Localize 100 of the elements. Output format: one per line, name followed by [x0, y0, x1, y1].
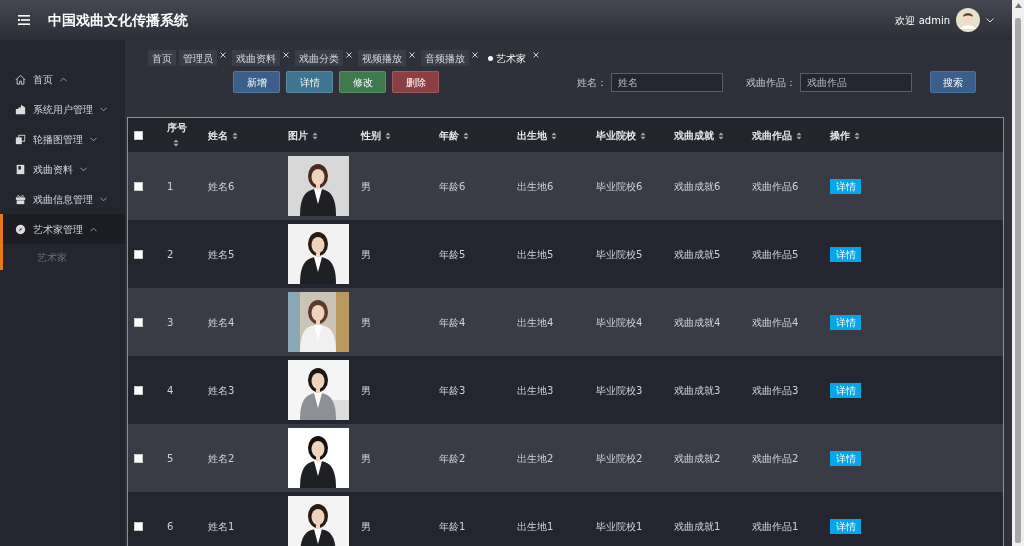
- gift-icon: [15, 193, 26, 205]
- table-cell: 姓名4: [208, 316, 235, 328]
- row-checkbox[interactable]: [134, 318, 143, 327]
- bar-chart-icon: [15, 103, 26, 115]
- table-cell: 戏曲成就3: [674, 384, 721, 396]
- table-cell: 戏曲作品1: [752, 520, 799, 532]
- tab-label: 首页: [152, 51, 172, 66]
- column-header: 年龄: [439, 129, 459, 141]
- filter-label: 姓名：: [577, 75, 607, 90]
- table-cell: 姓名3: [208, 384, 235, 396]
- table-cell: 姓名1: [208, 520, 235, 532]
- table-cell: 毕业院校1: [596, 520, 643, 532]
- close-icon[interactable]: [346, 52, 352, 58]
- table-cell: 6: [167, 520, 174, 532]
- row-checkbox[interactable]: [134, 182, 143, 191]
- column-header: 姓名: [208, 129, 228, 141]
- table-cell: 男: [361, 384, 371, 396]
- tab[interactable]: 戏曲资料: [232, 50, 280, 66]
- row-checkbox[interactable]: [134, 386, 143, 395]
- detail-button[interactable]: 详情: [286, 71, 333, 93]
- caret-icon: [60, 76, 67, 82]
- table-cell: 年龄5: [439, 248, 466, 260]
- tab[interactable]: 管理员: [179, 50, 217, 66]
- table-cell: 戏曲作品5: [752, 248, 799, 260]
- menu-label: 轮播图管理: [33, 132, 83, 147]
- add-button[interactable]: 新增: [233, 71, 280, 93]
- sidebar-item[interactable]: 系统用户管理: [0, 94, 125, 124]
- close-icon[interactable]: [409, 52, 415, 58]
- sidebar-item[interactable]: 首页: [0, 64, 125, 94]
- sort-icon[interactable]: [640, 131, 646, 140]
- sort-icon[interactable]: [854, 131, 860, 140]
- tab-label: 视频播放: [362, 51, 402, 66]
- scrollbar[interactable]: [1012, 0, 1024, 546]
- sidebar-item[interactable]: 艺术家管理: [0, 214, 125, 244]
- table-cell: 戏曲成就4: [674, 316, 721, 328]
- column-header: 图片: [288, 129, 308, 141]
- table-cell: 出生地2: [517, 452, 554, 464]
- edit-button[interactable]: 修改: [339, 71, 386, 93]
- sort-icon[interactable]: [173, 139, 179, 147]
- active-dot-icon: [488, 55, 493, 61]
- sort-icon[interactable]: [312, 131, 318, 140]
- tab-label: 音频播放: [425, 51, 465, 66]
- table-cell: 戏曲作品3: [752, 384, 799, 396]
- caret-icon[interactable]: [986, 17, 994, 23]
- table-cell: 出生地4: [517, 316, 554, 328]
- tab-label: 戏曲资料: [236, 51, 276, 66]
- column-header: 出生地: [517, 129, 547, 141]
- table-cell: 5: [167, 452, 174, 464]
- table-cell: 姓名5: [208, 248, 235, 260]
- close-icon[interactable]: [220, 52, 226, 58]
- delete-button[interactable]: 删除: [392, 71, 439, 93]
- close-icon[interactable]: [533, 52, 539, 58]
- table-cell: 戏曲作品6: [752, 180, 799, 192]
- table-cell: 2: [167, 248, 174, 260]
- avatar-icon[interactable]: [956, 8, 980, 32]
- row-checkbox[interactable]: [134, 454, 143, 463]
- caret-icon: [100, 196, 107, 202]
- caret-icon: [90, 136, 97, 142]
- table-cell: 戏曲作品2: [752, 452, 799, 464]
- tab[interactable]: 戏曲分类: [295, 50, 343, 66]
- table-cell: 毕业院校4: [596, 316, 643, 328]
- column-header: 戏曲作品: [752, 129, 792, 141]
- input-field[interactable]: 戏曲作品: [800, 72, 912, 92]
- search-button[interactable]: 搜索: [930, 71, 976, 93]
- table-cell: 姓名2: [208, 452, 235, 464]
- table-cell: 戏曲成就5: [674, 248, 721, 260]
- sort-icon[interactable]: [551, 131, 557, 140]
- select-all-checkbox[interactable]: [134, 131, 143, 140]
- row-checkbox[interactable]: [134, 522, 143, 531]
- table-cell: 出生地5: [517, 248, 554, 260]
- scroll-up-icon[interactable]: [1014, 3, 1022, 8]
- sort-icon[interactable]: [463, 131, 469, 140]
- sort-icon[interactable]: [385, 131, 391, 140]
- tab[interactable]: 视频播放: [358, 50, 406, 66]
- table-cell: 出生地1: [517, 520, 554, 532]
- menu-icon[interactable]: [18, 15, 30, 25]
- sidebar-item[interactable]: 轮播图管理: [0, 124, 125, 154]
- tab[interactable]: 首页: [148, 50, 176, 66]
- sidebar-item[interactable]: 戏曲信息管理: [0, 184, 125, 214]
- home-icon: [15, 73, 26, 85]
- table-cell: 年龄2: [439, 452, 466, 464]
- table-cell: 男: [361, 452, 371, 464]
- sidebar-item[interactable]: 戏曲资料: [0, 154, 125, 184]
- sort-icon[interactable]: [718, 131, 724, 140]
- copy-icon: [15, 133, 26, 145]
- table-cell: 年龄3: [439, 384, 466, 396]
- table-cell: 毕业院校2: [596, 452, 643, 464]
- tab-label: 戏曲分类: [299, 51, 339, 66]
- close-icon[interactable]: [472, 52, 478, 58]
- row-checkbox[interactable]: [134, 250, 143, 259]
- table-cell: 年龄6: [439, 180, 466, 192]
- table-cell: 毕业院校5: [596, 248, 643, 260]
- tab[interactable]: 音频播放: [421, 50, 469, 66]
- table-cell: 3: [167, 316, 174, 328]
- compass-icon: [15, 223, 26, 235]
- table-cell: 1: [167, 180, 174, 192]
- sort-icon[interactable]: [796, 131, 802, 140]
- close-icon[interactable]: [283, 52, 289, 58]
- sort-icon[interactable]: [232, 131, 238, 140]
- input-field[interactable]: 姓名: [611, 72, 723, 92]
